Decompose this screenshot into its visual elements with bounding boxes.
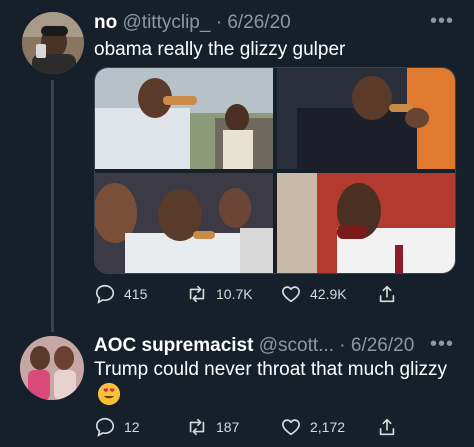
user-handle[interactable]: @tittyclip_ (123, 12, 211, 33)
avatar[interactable] (20, 336, 84, 400)
tweet-actions: 12 187 2,172 (94, 415, 454, 439)
retweet-action[interactable]: 10.7K (186, 283, 253, 305)
share-action[interactable] (376, 416, 398, 438)
tweet-header: no @tittyclip_ · 6/26/20 (94, 12, 291, 34)
retweet-action[interactable]: 187 (186, 416, 239, 438)
reply-icon (95, 417, 115, 437)
retweet-icon (189, 285, 205, 303)
reply-action[interactable]: 415 (94, 283, 147, 305)
heart-eyes-emoji-icon (98, 383, 120, 405)
reply-count: 415 (124, 286, 148, 302)
media-grid[interactable] (94, 67, 456, 274)
reply-icon (95, 284, 115, 304)
tweet-text: Trump could never throat that much glizz… (94, 359, 448, 380)
avatar-image (22, 12, 84, 74)
media-photo-3[interactable] (95, 173, 273, 273)
like-action[interactable]: 2,172 (280, 416, 345, 438)
reply-action[interactable]: 12 (94, 416, 140, 438)
user-handle[interactable]: @scott... (259, 335, 334, 356)
retweet-icon (189, 418, 205, 436)
media-photo-2[interactable] (277, 68, 455, 169)
tweet-date[interactable]: 6/26/20 (351, 335, 414, 356)
share-icon (379, 418, 395, 436)
like-count: 2,172 (310, 419, 346, 435)
avatar[interactable] (22, 12, 84, 74)
tweet-actions: 415 10.7K 42.9K (94, 282, 454, 306)
like-action[interactable]: 42.9K (280, 283, 347, 305)
display-name[interactable]: AOC supremacist (94, 335, 253, 356)
thread-line (51, 80, 54, 332)
reply-count: 12 (124, 419, 140, 435)
heart-icon (282, 286, 300, 303)
display-name[interactable]: no (94, 12, 117, 33)
retweet-count: 187 (216, 419, 240, 435)
avatar-image (20, 336, 84, 400)
tweet-date[interactable]: 6/26/20 (227, 12, 290, 33)
heart-icon (282, 419, 300, 436)
header-separator: · (333, 335, 351, 356)
tweet-2[interactable]: AOC supremacist @scott... · 6/26/20 ••• … (0, 320, 474, 447)
share-action[interactable] (376, 283, 398, 305)
retweet-count: 10.7K (216, 286, 253, 302)
more-options-icon[interactable]: ••• (430, 10, 454, 33)
media-photo-4[interactable] (277, 173, 455, 273)
tweet-header: AOC supremacist @scott... · 6/26/20 (94, 335, 414, 357)
more-options-icon[interactable]: ••• (430, 333, 454, 356)
header-separator: · (210, 12, 228, 33)
tweet-text: obama really the glizzy gulper (94, 39, 346, 60)
tweet-1[interactable]: no @tittyclip_ · 6/26/20 ••• obama reall… (0, 0, 474, 332)
like-count: 42.9K (310, 286, 347, 302)
media-photo-1[interactable] (95, 68, 273, 169)
share-icon (379, 285, 395, 303)
